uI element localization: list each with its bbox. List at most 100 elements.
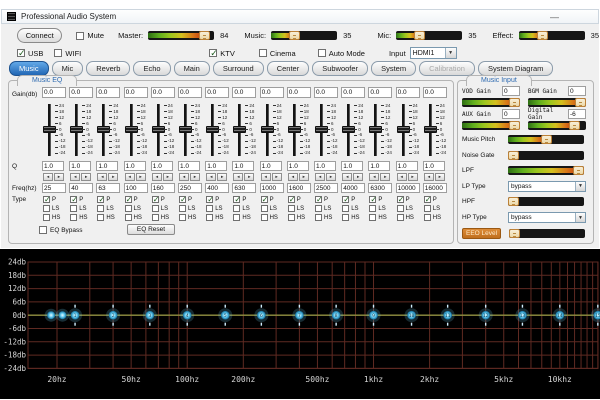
stepper-left-arrow[interactable]: ◄ bbox=[206, 173, 216, 181]
band-freq-input[interactable] bbox=[368, 183, 392, 193]
type-p-checkbox[interactable] bbox=[261, 196, 268, 203]
stepper-left-arrow[interactable]: ◄ bbox=[315, 173, 325, 181]
band-gain-input[interactable] bbox=[341, 87, 365, 98]
band-freq-input[interactable] bbox=[287, 183, 311, 193]
band-freq-input[interactable] bbox=[69, 183, 93, 193]
noise-gate-slider[interactable] bbox=[508, 151, 584, 160]
band-freq-input[interactable] bbox=[205, 183, 229, 193]
stepper-right-arrow[interactable]: ► bbox=[54, 173, 64, 181]
wifi-checkbox[interactable] bbox=[54, 49, 62, 57]
stepper-left-arrow[interactable]: ◄ bbox=[397, 173, 407, 181]
chevron-down-icon[interactable]: ▼ bbox=[575, 182, 585, 191]
digital-gain-slider-handle[interactable] bbox=[569, 121, 580, 130]
type-ls-checkbox[interactable] bbox=[342, 205, 349, 212]
stepper-right-arrow[interactable]: ► bbox=[353, 173, 363, 181]
band-gain-slider[interactable]: 24181260-6-12-18-24 bbox=[340, 102, 367, 159]
band-freq-input[interactable] bbox=[341, 183, 365, 193]
tab-surround[interactable]: Surround bbox=[213, 61, 264, 76]
type-p-checkbox[interactable] bbox=[397, 196, 404, 203]
band-gain-slider[interactable]: 24181260-6-12-18-24 bbox=[286, 102, 313, 159]
stepper-right-arrow[interactable]: ► bbox=[408, 173, 418, 181]
type-hs-checkbox[interactable] bbox=[342, 214, 349, 221]
stepper-right-arrow[interactable]: ► bbox=[163, 173, 173, 181]
band-gain-input[interactable] bbox=[178, 87, 202, 98]
band-gain-input[interactable] bbox=[69, 87, 93, 98]
band-gain-input[interactable] bbox=[232, 87, 256, 98]
type-hs-checkbox[interactable] bbox=[152, 214, 159, 221]
band-gain-input[interactable] bbox=[42, 87, 66, 98]
band-freq-input[interactable] bbox=[151, 183, 175, 193]
band-dot-8[interactable]: 8 bbox=[329, 305, 343, 326]
stepper-right-arrow[interactable]: ► bbox=[380, 173, 390, 181]
stepper-right-arrow[interactable]: ► bbox=[435, 173, 445, 181]
type-hs-checkbox[interactable] bbox=[397, 214, 404, 221]
stepper-left-arrow[interactable]: ◄ bbox=[125, 173, 135, 181]
stepper-left-arrow[interactable]: ◄ bbox=[97, 173, 107, 181]
band-q-input[interactable] bbox=[42, 161, 64, 171]
stepper-right-arrow[interactable]: ► bbox=[217, 173, 227, 181]
stepper-left-arrow[interactable]: ◄ bbox=[288, 173, 298, 181]
band-freq-input[interactable] bbox=[178, 183, 202, 193]
type-hs-checkbox[interactable] bbox=[261, 214, 268, 221]
hpf-slider-handle[interactable] bbox=[508, 197, 519, 206]
mic-volume-slider-handle[interactable] bbox=[414, 31, 425, 40]
master-volume-slider[interactable] bbox=[148, 31, 214, 40]
aux-gain-slider-handle[interactable] bbox=[509, 121, 520, 130]
band-gain-slider[interactable]: 24181260-6-12-18-24 bbox=[395, 102, 422, 159]
band-gain-input[interactable] bbox=[368, 87, 392, 98]
type-ls-checkbox[interactable] bbox=[261, 205, 268, 212]
band-q-input[interactable] bbox=[396, 161, 418, 171]
stepper-left-arrow[interactable]: ◄ bbox=[43, 173, 53, 181]
stepper-right-arrow[interactable]: ► bbox=[244, 173, 254, 181]
type-ls-checkbox[interactable] bbox=[97, 205, 104, 212]
eeo-level-slider-handle[interactable] bbox=[509, 229, 520, 238]
type-ls-checkbox[interactable] bbox=[70, 205, 77, 212]
band-gain-input[interactable] bbox=[205, 87, 229, 98]
bgm-gain-slider[interactable] bbox=[528, 98, 586, 107]
bgm-gain-slider-handle[interactable] bbox=[575, 98, 586, 107]
type-hs-checkbox[interactable] bbox=[97, 214, 104, 221]
minimize-button[interactable]: — bbox=[550, 13, 559, 21]
band-q-input[interactable] bbox=[178, 161, 200, 171]
gain-value-input[interactable] bbox=[502, 86, 520, 96]
master-volume-slider-handle[interactable] bbox=[199, 31, 210, 40]
band-gain-slider[interactable]: 24181260-6-12-18-24 bbox=[95, 102, 122, 159]
stepper-right-arrow[interactable]: ► bbox=[326, 173, 336, 181]
type-hs-checkbox[interactable] bbox=[424, 214, 431, 221]
band-gain-input[interactable] bbox=[396, 87, 420, 98]
type-hs-checkbox[interactable] bbox=[125, 214, 132, 221]
band-freq-input[interactable] bbox=[42, 183, 66, 193]
mute-checkbox[interactable] bbox=[76, 32, 84, 40]
stepper-left-arrow[interactable]: ◄ bbox=[424, 173, 434, 181]
tab-system-diagram[interactable]: System Diagram bbox=[478, 61, 553, 76]
type-ls-checkbox[interactable] bbox=[206, 205, 213, 212]
type-hs-checkbox[interactable] bbox=[233, 214, 240, 221]
tab-calibration[interactable]: Calibration bbox=[419, 61, 475, 76]
band-q-input[interactable] bbox=[314, 161, 336, 171]
band-freq-input[interactable] bbox=[314, 183, 338, 193]
type-p-checkbox[interactable] bbox=[125, 196, 132, 203]
type-ls-checkbox[interactable] bbox=[233, 205, 240, 212]
stepper-left-arrow[interactable]: ◄ bbox=[179, 173, 189, 181]
band-gain-slider[interactable]: 24181260-6-12-18-24 bbox=[204, 102, 231, 159]
music-pitch-slider[interactable] bbox=[508, 135, 584, 144]
type-ls-checkbox[interactable] bbox=[424, 205, 431, 212]
band-gain-slider[interactable]: 24181260-6-12-18-24 bbox=[123, 102, 150, 159]
type-p-checkbox[interactable] bbox=[179, 196, 186, 203]
band-q-input[interactable] bbox=[368, 161, 390, 171]
band-freq-input[interactable] bbox=[423, 183, 447, 193]
type-ls-checkbox[interactable] bbox=[43, 205, 50, 212]
input-source-select[interactable]: HDMI1 ▼ bbox=[410, 47, 457, 59]
tab-main[interactable]: Main bbox=[174, 61, 210, 76]
tab-mic[interactable]: Mic bbox=[52, 61, 84, 76]
band-q-input[interactable] bbox=[287, 161, 309, 171]
tab-system[interactable]: System bbox=[371, 61, 416, 76]
lpf-slider[interactable] bbox=[508, 166, 584, 175]
type-p-checkbox[interactable] bbox=[288, 196, 295, 203]
band-gain-slider[interactable]: 24181260-6-12-18-24 bbox=[41, 102, 68, 159]
stepper-left-arrow[interactable]: ◄ bbox=[70, 173, 80, 181]
mic-volume-slider[interactable] bbox=[396, 31, 462, 40]
band-gain-slider[interactable]: 24181260-6-12-18-24 bbox=[313, 102, 340, 159]
band-gain-slider[interactable]: 24181260-6-12-18-24 bbox=[68, 102, 95, 159]
band-dot-5[interactable]: 5 bbox=[218, 305, 232, 326]
